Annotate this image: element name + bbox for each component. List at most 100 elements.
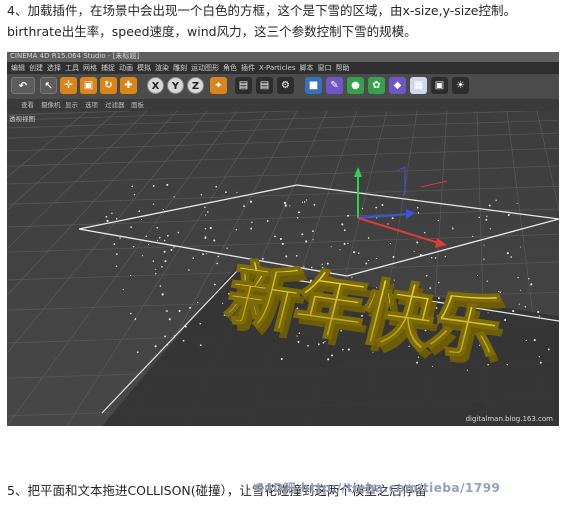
snow-particle: [313, 204, 316, 206]
snow-particle: [347, 242, 349, 245]
step-4-text: 4、加载插件，在场景中会出现一个白色的方框，这个是下雪的区域，由x-size,y…: [7, 0, 559, 42]
snow-particle: [199, 322, 202, 325]
snow-particle: [512, 310, 515, 313]
menu-item-10[interactable]: 运动图形: [191, 62, 219, 74]
snow-particle: [368, 259, 370, 261]
snow-particle: [222, 302, 224, 304]
menu-item-12[interactable]: 插件: [241, 62, 255, 74]
menu-item-8[interactable]: 渲染: [155, 62, 169, 74]
snow-particle: [226, 247, 228, 249]
snow-particle: [235, 228, 238, 231]
snow-particle: [132, 245, 135, 248]
snow-particle: [184, 325, 187, 328]
coordinate-system-icon[interactable]: ⌖: [210, 77, 227, 94]
viewport-menu-item-3[interactable]: 选项: [85, 99, 98, 111]
x-axis-lock-button[interactable]: X: [147, 77, 164, 94]
snow-particle: [512, 231, 515, 233]
snow-particle: [312, 239, 314, 241]
camera-icon[interactable]: ▣: [431, 77, 448, 94]
z-axis-lock-button[interactable]: Z: [187, 77, 204, 94]
snow-particle: [305, 199, 308, 201]
viewport-menu-item-2[interactable]: 显示: [65, 99, 78, 111]
snow-particle: [188, 269, 190, 271]
snow-particle: [141, 219, 143, 221]
snow-particle: [285, 255, 288, 258]
floor-environment-icon[interactable]: ▦: [410, 77, 427, 94]
menu-item-6[interactable]: 动画: [119, 62, 133, 74]
snow-particle: [472, 235, 474, 237]
snow-particle: [204, 214, 207, 216]
menu-item-15[interactable]: 窗口: [317, 62, 331, 74]
snow-particle: [170, 248, 173, 251]
viewport-menu-item-4[interactable]: 过滤器: [105, 99, 125, 111]
cube-object-icon[interactable]: ■: [305, 77, 322, 94]
blog-watermark: digitalman.blog.163.com: [465, 415, 553, 423]
array-cloner-icon[interactable]: ✿: [368, 77, 385, 94]
y-axis-lock-button[interactable]: Y: [167, 77, 184, 94]
rotate-tool-icon[interactable]: ↻: [100, 77, 117, 94]
menu-item-14[interactable]: 脚本: [299, 62, 313, 74]
viewport-menu-item-5[interactable]: 面板: [131, 99, 144, 111]
menu-item-9[interactable]: 雕刻: [173, 62, 187, 74]
undo-icon[interactable]: ↶: [11, 77, 35, 94]
snow-particle: [296, 216, 299, 219]
snow-particle: [506, 363, 509, 366]
snow-particle: [301, 233, 304, 236]
perspective-viewport[interactable]: 新年快乐 新年快乐: [7, 111, 559, 426]
snow-particle: [301, 201, 304, 203]
snow-particle: [486, 280, 488, 282]
menu-item-13[interactable]: X-Particles: [259, 62, 295, 74]
snow-particle: [361, 207, 364, 210]
snow-particle: [367, 237, 370, 239]
snow-particle: [192, 257, 195, 259]
menu-item-7[interactable]: 模拟: [137, 62, 151, 74]
snow-particle: [483, 244, 485, 246]
snow-particle: [115, 265, 118, 268]
menu-item-1[interactable]: 创建: [29, 62, 43, 74]
snow-particle: [152, 260, 155, 262]
spline-pen-icon[interactable]: ✎: [326, 77, 343, 94]
render-settings-icon[interactable]: ⚙: [277, 77, 294, 94]
menu-item-2[interactable]: 选择: [47, 62, 61, 74]
snow-particle: [116, 253, 118, 255]
menu-item-11[interactable]: 角色: [223, 62, 237, 74]
snow-particle: [142, 255, 144, 257]
snow-particle: [524, 306, 526, 308]
snow-particle: [249, 200, 253, 203]
add-object-icon[interactable]: ✚: [120, 77, 137, 94]
viewport-menu-item-1[interactable]: 摄像机: [41, 99, 61, 111]
snow-particle: [173, 246, 175, 248]
snow-particle: [189, 306, 192, 309]
snow-particle: [485, 218, 488, 221]
snow-particle: [136, 351, 139, 354]
snow-particle: [520, 246, 522, 248]
snow-particle: [357, 252, 360, 255]
viewport-menu-item-0[interactable]: 查看: [21, 99, 34, 111]
snow-particle: [339, 249, 341, 251]
snow-particle: [365, 262, 368, 265]
render-picture-viewer-icon[interactable]: ▤: [256, 77, 273, 94]
light-bulb-icon[interactable]: ☀: [452, 77, 469, 94]
snow-particle: [113, 243, 116, 245]
menu-item-16[interactable]: 帮助: [335, 62, 349, 74]
snow-particle: [173, 335, 176, 337]
scale-tool-icon[interactable]: ▣: [80, 77, 97, 94]
snow-particle: [166, 344, 169, 346]
render-view-icon[interactable]: ▤: [235, 77, 252, 94]
snow-particle: [199, 344, 202, 347]
snow-particle: [486, 215, 488, 217]
deformer-icon[interactable]: ◆: [389, 77, 406, 94]
menu-item-5[interactable]: 捕捉: [101, 62, 115, 74]
move-tool-icon[interactable]: ✛: [60, 77, 77, 94]
menu-item-4[interactable]: 网格: [83, 62, 97, 74]
snow-particle: [533, 339, 536, 342]
snow-particle: [488, 204, 491, 207]
subdivision-surface-icon[interactable]: ●: [347, 77, 364, 94]
menu-item-0[interactable]: 编辑: [11, 62, 25, 74]
snow-particle: [434, 257, 437, 259]
select-cursor-icon[interactable]: ↖: [40, 77, 57, 94]
snow-particle: [414, 199, 416, 202]
snow-particle: [202, 253, 205, 256]
snow-particle: [213, 239, 216, 242]
menu-item-3[interactable]: 工具: [65, 62, 79, 74]
